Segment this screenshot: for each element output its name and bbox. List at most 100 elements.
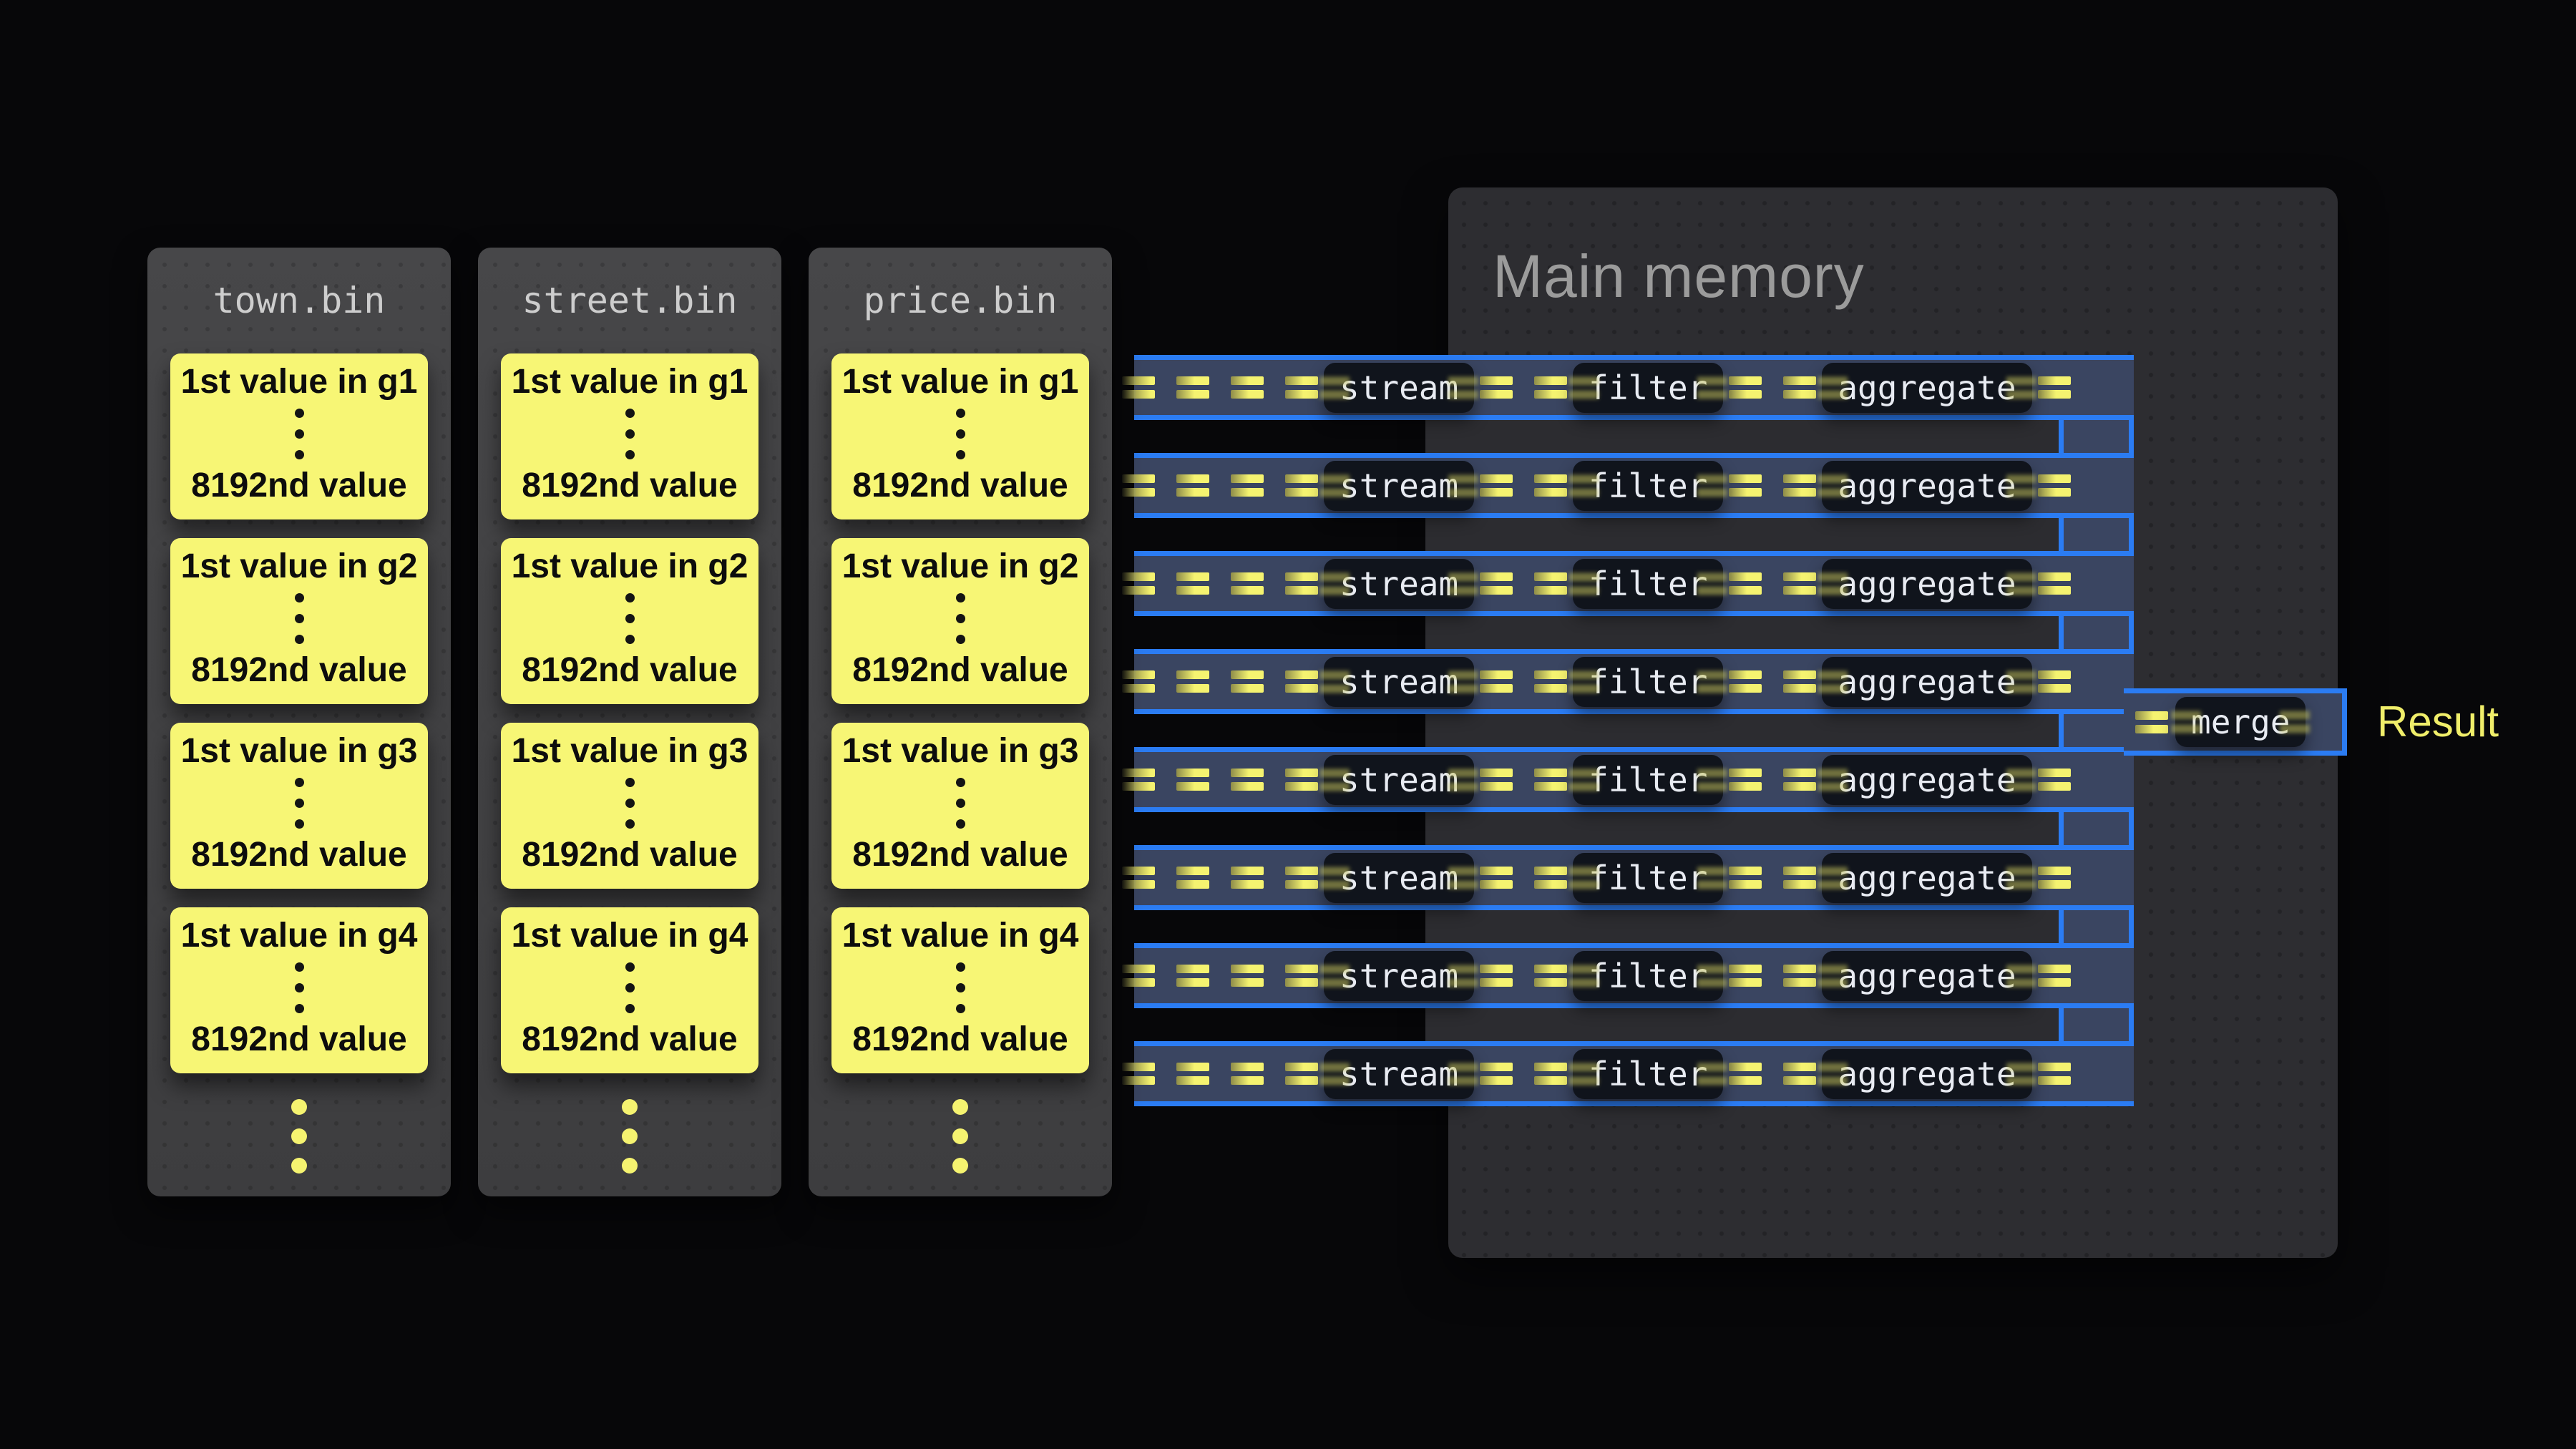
equals-icon [1534,965,1567,987]
equals-icon [1231,769,1264,791]
equals-icon [1783,376,1816,399]
value-block: 1st value in g3 8192nd value [501,723,758,889]
merge-band: merge [2124,688,2347,756]
block-last-value: 8192nd value [522,466,738,505]
equals-icon [1231,376,1264,399]
equals-icon [1729,769,1762,791]
memory-buffer [1425,616,2064,649]
equals-icon [1231,965,1264,987]
block-first-value: 1st value in g4 [842,916,1079,955]
equals-icon [1729,572,1762,595]
block-first-value: 1st value in g3 [181,731,418,771]
value-block: 1st value in g3 8192nd value [170,723,428,889]
equals-icon [1783,769,1816,791]
pipeline-row-content: stream filter aggregate [1122,556,2071,611]
pipeline-row-content: stream filter aggregate [1122,752,2071,807]
equals-icon [1231,1063,1264,1085]
block-last-value: 8192nd value [852,835,1068,874]
equals-icon [1285,572,1318,595]
file-column: street.bin 1st value in g1 8192nd value … [478,248,781,1196]
aggregate-chip: aggregate [1822,363,2031,413]
equals-icon [1480,769,1513,791]
ellipsis-icon [295,593,304,644]
block-first-value: 1st value in g1 [512,362,748,401]
stream-chip: stream [1324,559,1474,609]
equals-icon [1534,376,1567,399]
equals-icon [1122,474,1155,497]
equals-icon [2038,572,2071,595]
equals-icon [1176,376,1209,399]
block-last-value: 8192nd value [852,650,1068,690]
equals-icon [1231,474,1264,497]
equals-icon [1534,867,1567,889]
ellipsis-icon [809,1099,1112,1174]
equals-icon [1176,474,1209,497]
equals-icon [1231,572,1264,595]
aggregate-chip: aggregate [1822,853,2031,903]
block-first-value: 1st value in g2 [181,547,418,586]
value-block-list: 1st value in g1 8192nd value 1st value i… [478,353,781,1073]
ellipsis-icon [956,778,965,829]
memory-buffer [1425,714,2064,747]
memory-buffer [1425,518,2064,551]
filter-chip: filter [1573,1049,1723,1099]
stream-chip: stream [1324,755,1474,805]
aggregate-chip: aggregate [1822,657,2031,707]
value-block: 1st value in g4 8192nd value [501,907,758,1073]
block-last-value: 8192nd value [191,835,407,874]
files-section: town.bin 1st value in g1 8192nd value 1s… [147,248,1112,1196]
block-last-value: 8192nd value [522,650,738,690]
stream-chip: stream [1324,1049,1474,1099]
equals-icon [1122,670,1155,693]
equals-icon [1285,769,1318,791]
equals-icon [1176,1063,1209,1085]
stream-chip: stream [1324,363,1474,413]
filter-chip: filter [1573,853,1723,903]
memory-buffer [1425,812,2064,845]
equals-icon [1176,769,1209,791]
pipeline-row-content: stream filter aggregate [1122,360,2071,415]
equals-icon [1480,867,1513,889]
pipeline-row: stream filter aggregate [1134,943,2134,1008]
stream-chip: stream [1324,657,1474,707]
equals-icon [2038,867,2071,889]
block-first-value: 1st value in g1 [181,362,418,401]
equals-icon [1783,867,1816,889]
equals-icon [1534,1063,1567,1085]
equals-icon [1231,867,1264,889]
memory-buffer [1425,420,2064,453]
equals-icon [1783,670,1816,693]
stream-chip: stream [1324,853,1474,903]
equals-icon [1729,376,1762,399]
equals-icon [2038,1063,2071,1085]
value-block: 1st value in g1 8192nd value [170,353,428,519]
ellipsis-icon [956,409,965,459]
pipeline-row: stream filter aggregate [1134,845,2134,910]
block-last-value: 8192nd value [191,1020,407,1059]
file-name: street.bin [478,248,781,353]
aggregate-chip: aggregate [1822,1049,2031,1099]
block-first-value: 1st value in g4 [512,916,748,955]
ellipsis-icon [625,409,635,459]
merge-chip: merge [2175,697,2306,747]
stream-chip: stream [1324,951,1474,1001]
stream-chip: stream [1324,461,1474,511]
file-name: price.bin [809,248,1112,353]
ellipsis-icon [625,778,635,829]
pipeline-row: stream filter aggregate [1134,551,2134,616]
equals-icon [1480,572,1513,595]
equals-icon [1534,670,1567,693]
equals-icon [2038,670,2071,693]
memory-buffer [1425,1008,2064,1041]
filter-chip: filter [1573,559,1723,609]
equals-icon [1534,572,1567,595]
equals-icon [1783,965,1816,987]
pipeline-row-content: stream filter aggregate [1122,850,2071,905]
equals-icon [1176,867,1209,889]
filter-chip: filter [1573,363,1723,413]
equals-icon [1729,867,1762,889]
equals-icon [1176,572,1209,595]
diagram-canvas: Main memory town.bin 1st value in g1 819… [0,0,2576,1449]
equals-icon [1729,965,1762,987]
value-block: 1st value in g2 8192nd value [170,538,428,704]
